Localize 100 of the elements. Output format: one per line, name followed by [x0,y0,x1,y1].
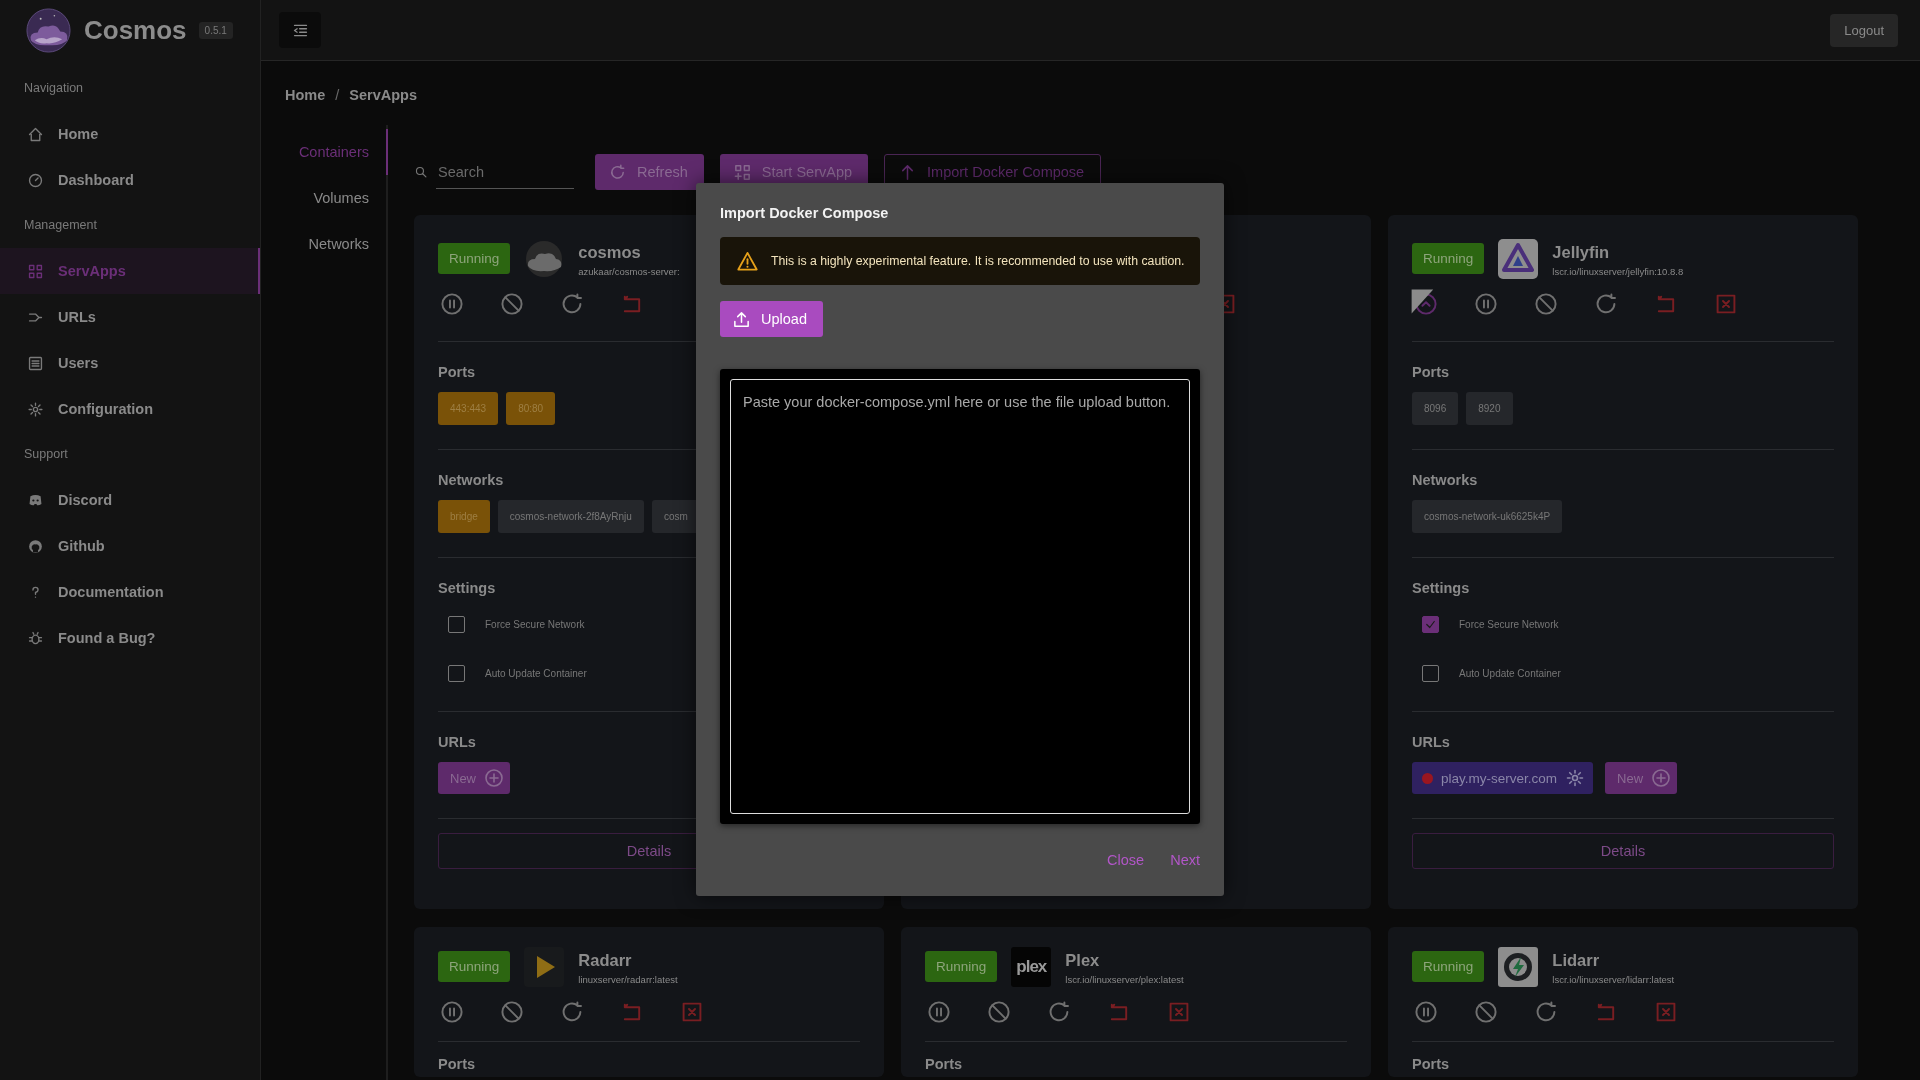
grid-icon [27,262,44,280]
section-title: Networks [1412,472,1479,488]
gauge-icon [27,171,44,189]
home-icon [27,125,44,143]
pause-icon[interactable] [440,1000,464,1024]
breadcrumb-link[interactable]: ServApps [349,87,418,105]
refresh-icon[interactable] [1047,1000,1071,1024]
list-icon [27,354,44,372]
tag: cosmos-network-uk6625k4P [1412,500,1563,533]
checkbox-label: Auto Update Container [485,667,587,679]
section-title: Ports [438,1056,477,1072]
search-field[interactable]: Search [436,155,574,189]
app-name: Cosmos [84,14,187,46]
image-name: azukaar/cosmos-server: [578,266,680,277]
section-title: Ports [1412,1056,1451,1072]
pause-icon[interactable] [440,292,464,316]
pause-icon[interactable] [927,1000,951,1024]
section-title: Ports [925,1056,964,1072]
refresh-icon[interactable] [560,1000,584,1024]
section-title: URLs [1412,734,1451,750]
details-button[interactable]: Details [1412,833,1834,869]
image-name: lscr.io/linuxserver/lidarr:latest [1552,974,1675,985]
section-title: Networks [438,472,505,488]
section-title: Settings [1412,580,1471,596]
tag: cosmos-network-2f8AyRnju [497,500,644,533]
status-badge: Running [438,243,511,274]
sidebar-item[interactable]: URLs [0,294,260,340]
sidebar-item[interactable]: Documentation [0,569,260,615]
stop-icon[interactable] [987,1000,1011,1024]
add-icon [484,768,504,788]
app-name: Radarr [578,951,633,970]
stop-icon[interactable] [1474,1000,1498,1024]
image-name: lscr.io/linuxserver/jellyfin:10.8.8 [1552,266,1684,277]
status-badge: Running [925,951,998,982]
triangle-logo [1498,239,1539,279]
menu-button[interactable] [279,12,321,48]
checkbox-label: Auto Update Container [1459,667,1561,679]
pause-icon[interactable] [1474,292,1498,316]
sidebar-item[interactable]: Dashboard [0,157,260,203]
section-title: Settings [438,580,497,596]
logout-button[interactable]: Logout [1830,13,1898,47]
dialog-title: Import Docker Compose [720,205,890,221]
update-icon[interactable] [1414,292,1438,316]
plex-logo: plex [1011,947,1052,987]
breadcrumb-link[interactable]: Home [285,87,326,105]
warning-icon [736,249,759,273]
pause-icon[interactable] [1414,1000,1438,1024]
app-name: Plex [1065,951,1101,970]
image-name: lscr.io/linuxserver/plex:latest [1065,974,1184,985]
refresh-icon[interactable] [560,292,584,316]
sidebar-item[interactable]: Found a Bug? [0,615,260,661]
warning-text: This is a highly experimental feature. It is recommended to use with caution. [771,254,1185,268]
tab[interactable]: Volumes [261,175,386,221]
app-name: Jellyfin [1552,243,1611,262]
tab[interactable]: Networks [261,221,386,267]
section-title: Ports [1412,364,1451,380]
upload-button[interactable]: Upload [720,301,823,337]
status-badge: Running [1412,243,1485,274]
refresh-icon[interactable] [1534,1000,1558,1024]
section-title: Ports [438,364,477,380]
cloud-logo [524,239,565,279]
sidebar-item[interactable]: Discord [0,477,260,523]
checkbox[interactable] [448,615,465,633]
checkbox-label: Force Secure Network [485,618,585,630]
tag: 8920 [1466,392,1513,425]
settings-icon [27,400,44,418]
logo [25,6,72,54]
section-title: Support [23,446,69,463]
app-name: cosmos [578,243,642,262]
refresh-icon[interactable] [1594,292,1618,316]
refresh-icon [608,162,627,182]
url-chip[interactable]: play.my-server.com [1412,762,1594,794]
status-badge: Running [1412,951,1485,982]
status-dot [1422,772,1433,784]
section-title: URLs [438,734,477,750]
sidebar-item[interactable]: Home [0,111,260,157]
search-icon [414,165,428,179]
settings-icon [1565,768,1586,788]
breadcrumb-separator: / [335,87,340,105]
status-badge: Running [438,951,511,982]
sidebar-item[interactable]: Configuration [0,386,260,432]
version-badge: 0.5.1 [198,21,233,39]
upload-icon [732,309,751,329]
checkbox[interactable] [1422,664,1439,682]
compose-editor[interactable]: Paste your docker-compose.yml here or use the file upload button. [730,379,1190,814]
stop-icon[interactable] [1534,292,1558,316]
sidebar-item[interactable]: Users [0,340,260,386]
section-title: Navigation [23,80,85,97]
sidebar-item[interactable]: Github [0,523,260,569]
checkbox[interactable] [448,664,465,682]
section-title: Management [23,217,98,234]
app-name: Lidarr [1552,951,1601,970]
github-icon [27,537,44,555]
disc-logo [1498,947,1539,987]
bug-icon [27,629,44,647]
checkbox[interactable] [1422,615,1439,633]
stop-icon[interactable] [500,292,524,316]
tag: 443:443 [438,392,499,425]
stop-icon[interactable] [500,1000,524,1024]
grid-plus-icon [732,162,752,182]
